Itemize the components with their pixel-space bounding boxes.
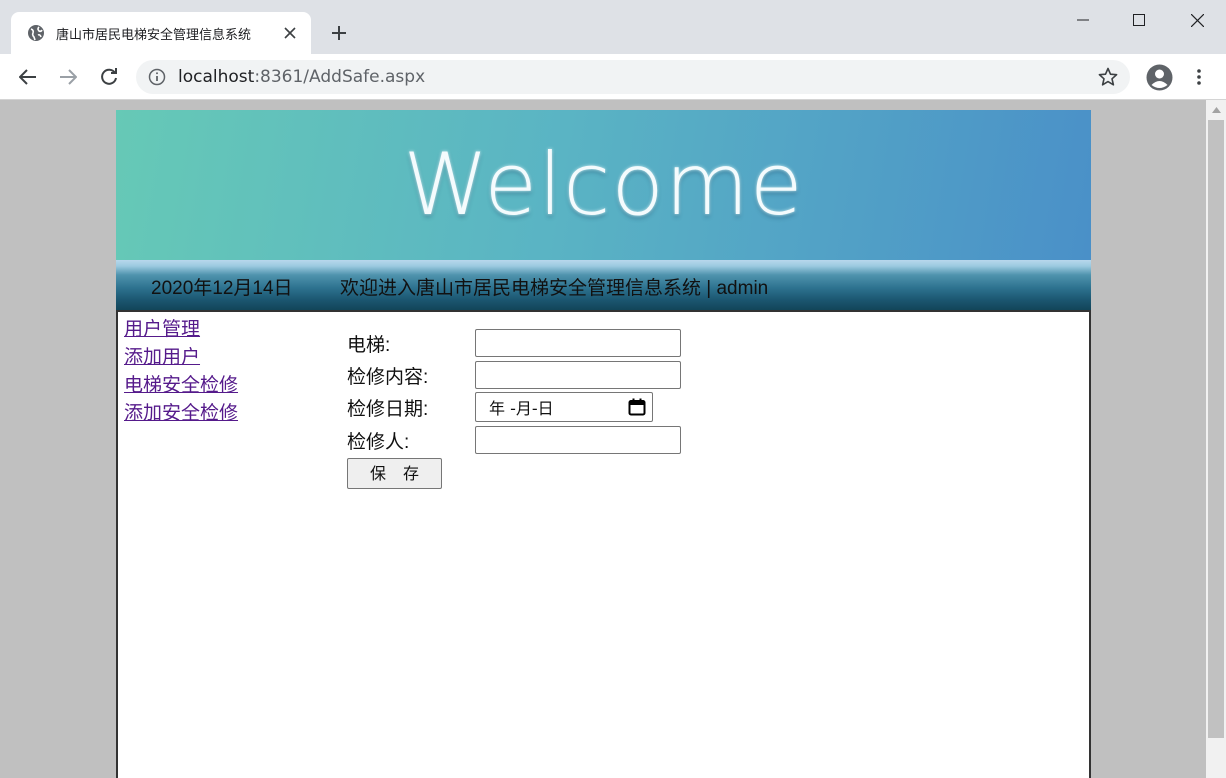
nav-link-elevator-inspection[interactable]: 电梯安全检修: [124, 372, 238, 400]
elevator-label: 电梯:: [347, 334, 391, 356]
inspection-date-label: 检修日期:: [347, 398, 429, 420]
inspector-label: 检修人:: [347, 431, 410, 453]
inspection-content-label: 检修内容:: [347, 366, 429, 388]
browser-tab-strip: 唐山市居民电梯安全管理信息系统: [0, 0, 1226, 54]
arrow-right-icon[interactable]: [55, 64, 81, 90]
date-row: 检修日期: 年 -月-日: [347, 392, 653, 422]
calendar-icon[interactable]: [628, 398, 646, 416]
scroll-thumb[interactable]: [1208, 120, 1224, 738]
date-placeholder: 年 -月-日: [489, 399, 554, 418]
elevator-row: 电梯:: [347, 328, 681, 358]
url-path: :8361/AddSafe.aspx: [254, 67, 426, 87]
inspection-date-input[interactable]: 年 -月-日: [475, 392, 653, 422]
main-content: 电梯: 检修内容: 检修日期: 年 -月-日 检修人: 保 存: [343, 310, 1091, 778]
maximize-icon[interactable]: [1117, 6, 1161, 34]
save-button[interactable]: 保 存: [347, 458, 442, 489]
account-icon[interactable]: [1145, 63, 1173, 91]
info-icon[interactable]: [148, 68, 166, 86]
globe-icon: [28, 25, 44, 41]
star-icon[interactable]: [1098, 67, 1118, 87]
minimize-icon[interactable]: [1061, 6, 1105, 34]
content-row: 检修内容:: [347, 360, 681, 390]
arrow-left-icon[interactable]: [15, 64, 41, 90]
inspector-input[interactable]: [475, 426, 681, 454]
browser-tab[interactable]: 唐山市居民电梯安全管理信息系统: [11, 12, 311, 54]
reload-icon[interactable]: [96, 64, 122, 90]
close-icon[interactable]: [281, 24, 299, 42]
url-host: localhost: [178, 67, 255, 87]
page-scrollbar[interactable]: [1206, 100, 1226, 778]
url-text: localhost:8361/AddSafe.aspx: [178, 67, 425, 87]
sidebar: 用户管理 添加用户 电梯安全检修 添加安全检修: [116, 310, 345, 778]
current-date: 2020年12月14日: [151, 278, 293, 299]
scroll-up-arrow-icon[interactable]: [1206, 100, 1226, 120]
nav-link-user-management[interactable]: 用户管理: [124, 316, 238, 344]
welcome-banner: Welcome: [116, 110, 1091, 260]
welcome-message: 欢迎进入唐山市居民电梯安全管理信息系统 | admin: [340, 278, 769, 299]
tab-title: 唐山市居民电梯安全管理信息系统: [56, 27, 252, 43]
kebab-menu-icon[interactable]: [1186, 64, 1212, 90]
address-bar[interactable]: localhost:8361/AddSafe.aspx: [136, 60, 1130, 94]
plus-icon[interactable]: [326, 20, 352, 46]
nav-link-add-inspection[interactable]: 添加安全检修: [124, 400, 238, 428]
window-close-icon[interactable]: [1175, 6, 1219, 34]
browser-toolbar: localhost:8361/AddSafe.aspx: [0, 54, 1226, 100]
banner-text: Welcome: [403, 135, 804, 235]
inspection-content-input[interactable]: [475, 361, 681, 389]
nav-list: 用户管理 添加用户 电梯安全检修 添加安全检修: [124, 316, 238, 428]
nav-link-add-user[interactable]: 添加用户: [124, 344, 238, 372]
inspector-row: 检修人:: [347, 425, 681, 455]
elevator-input[interactable]: [475, 329, 681, 357]
info-bar: 2020年12月14日 欢迎进入唐山市居民电梯安全管理信息系统 | admin: [116, 260, 1091, 310]
